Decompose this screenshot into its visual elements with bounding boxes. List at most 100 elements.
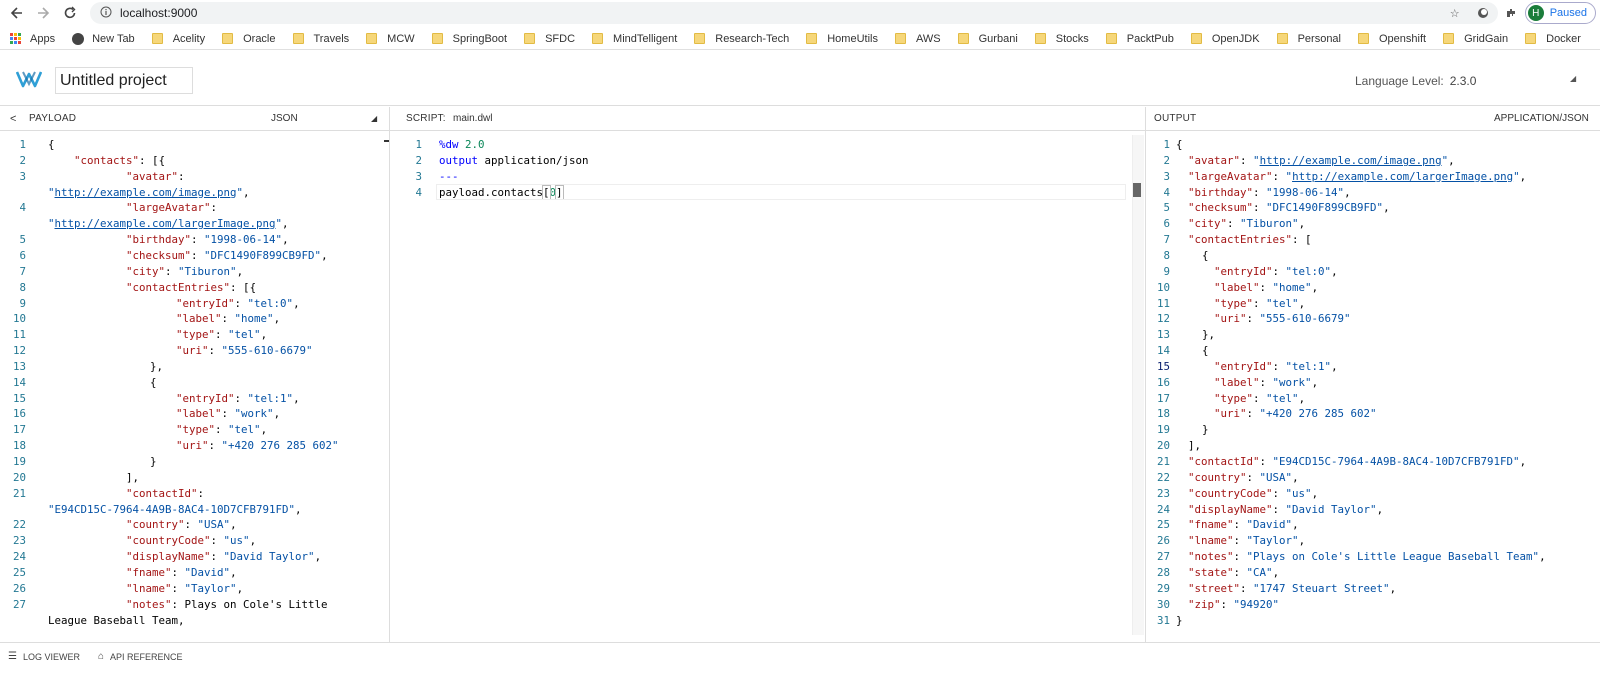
code-line: "avatar": [126, 169, 185, 183]
line-number: 3 [1163, 169, 1170, 183]
collapse-chevron-icon[interactable]: < [10, 113, 16, 125]
line-number: 15 [12, 391, 26, 405]
folder-icon [894, 33, 906, 44]
line-number: 29 [1156, 581, 1170, 595]
code-line: "uri": "+420 276 285 602" [1214, 407, 1377, 421]
script-filename[interactable]: main.dwl [453, 113, 492, 124]
line-number: 20 [12, 470, 26, 484]
folder-icon [1276, 33, 1288, 44]
code-line: %dw 2.0 [439, 138, 485, 151]
line-number: 22 [12, 518, 26, 532]
extensions-puzzle-icon[interactable] [1497, 0, 1525, 26]
payload-format[interactable]: JSON [271, 113, 298, 124]
bookmark-aws[interactable]: AWS [894, 33, 941, 45]
line-number: 10 [1156, 280, 1170, 294]
code-line: "displayName": "David Taylor", [126, 550, 322, 564]
line-number: 21 [1156, 455, 1170, 468]
bookmark-packtpub[interactable]: PacktPub [1105, 32, 1174, 45]
bookmark-acelity[interactable]: Acelity [151, 33, 205, 45]
script-panel: SCRIPT: main.dwl 1 %dw 2.0 2 output applica… [390, 107, 1146, 642]
line-number: 8 [19, 280, 26, 294]
script-title: SCRIPT: [406, 113, 446, 124]
payload-format-caret-icon[interactable]: ◢ [371, 114, 377, 123]
line-number: 4 [415, 185, 422, 199]
line-number: 1 [415, 138, 422, 151]
code-line: "label": "home", [176, 312, 281, 326]
bookmark-homeutils[interactable]: HomeUtils [806, 33, 878, 45]
code-line: League Baseball Team, [48, 613, 185, 627]
code-line: "lname": "Taylor", [1188, 534, 1306, 548]
bookmark-travels[interactable]: Travels [292, 33, 349, 45]
api-reference-button[interactable]: ⌂ API REFERENCE [98, 651, 183, 662]
browser-toolbar: localhost:9000 ☆ H Paused [0, 0, 1600, 26]
folder-icon [431, 33, 443, 44]
bookmark-springboot[interactable]: SpringBoot [431, 33, 507, 45]
code-line: }, [1202, 328, 1216, 342]
bookmark-label: Docker [1546, 32, 1581, 45]
profile-button[interactable]: H Paused [1524, 2, 1596, 24]
bookmark-label: Oracle [243, 32, 276, 45]
log-viewer-button[interactable]: ☰ LOG VIEWER [8, 651, 80, 662]
bookmark-star-icon[interactable]: ☆ [1441, 0, 1469, 26]
bookmark-docker[interactable]: Docker [1525, 33, 1581, 45]
bookmark-openjdk[interactable]: OpenJDK [1190, 33, 1260, 45]
code-line: "uri": "555-610-6679" [176, 344, 313, 358]
bookmark-apps[interactable]: Apps [10, 32, 55, 45]
bookmark-gurbani[interactable]: Gurbani [957, 33, 1018, 45]
bookmark-label: MCW [387, 32, 415, 45]
line-number: 17 [1156, 391, 1170, 405]
project-name-input[interactable] [55, 67, 193, 94]
code-line: "zip": "94920" [1188, 597, 1280, 611]
code-line: "E94CD15C-7964-4A9B-8AC4-10D7CFB791FD", [48, 502, 302, 516]
line-number: 14 [12, 375, 26, 389]
script-scrollbar[interactable] [1132, 135, 1144, 635]
line-number: 16 [1156, 375, 1170, 389]
line-number: 20 [1156, 439, 1170, 453]
extension-circle-icon[interactable] [1469, 0, 1497, 26]
back-icon[interactable] [4, 0, 30, 26]
payload-panel-header: < PAYLOAD JSON ◢ [0, 107, 389, 131]
code-line: "notes": Plays on Cole's Little [126, 597, 328, 611]
language-level-caret-icon[interactable]: ◢ [1570, 74, 1576, 83]
language-level[interactable]: Language Level: 2.3.0 [1355, 74, 1476, 88]
output-format[interactable]: APPLICATION/JSON [1494, 113, 1589, 124]
line-number: 15 [1156, 359, 1170, 373]
bookmarks-bar: Apps New Tab Acelity Oracle Travels MCW Spring… [0, 28, 1600, 50]
bookmark-personal[interactable]: Personal [1276, 33, 1341, 45]
folder-icon [1034, 33, 1046, 44]
code-line: output application/json [439, 153, 589, 167]
bookmark-mcw[interactable]: MCW [366, 33, 415, 45]
line-number: 28 [1156, 565, 1170, 579]
line-number: 12 [12, 344, 26, 358]
bookmark-openshift[interactable]: Openshift [1358, 33, 1426, 45]
line-number: 25 [1156, 518, 1170, 532]
bookmark-label: PacktPub [1126, 32, 1174, 45]
apps-grid-icon [10, 32, 22, 45]
code-line: "http://example.com/largerImage.png", [48, 217, 289, 231]
bookmark-new-tab[interactable]: New Tab [72, 32, 135, 45]
payload-panel: < PAYLOAD JSON ◢ 1 {2 "contacts": [{3 "avat… [0, 107, 390, 642]
line-number: 19 [12, 455, 26, 468]
bookmark-stocks[interactable]: Stocks [1034, 33, 1089, 45]
book-icon: ⌂ [98, 651, 105, 662]
info-icon[interactable] [100, 6, 112, 21]
bookmark-oracle[interactable]: Oracle [222, 32, 276, 45]
bookmark-mindtelligent[interactable]: MindTelligent [592, 33, 677, 45]
current-line-highlight [436, 184, 1126, 200]
line-number: 25 [12, 565, 26, 579]
line-number: 1 [19, 138, 26, 151]
line-number: 18 [1156, 407, 1170, 421]
bookmark-sfdc[interactable]: SFDC [524, 33, 575, 45]
code-line: "type": "tel", [176, 328, 268, 342]
code-line: "countryCode": "us", [126, 534, 257, 548]
code-line: { [48, 138, 55, 151]
code-line: "birthday": "1998-06-14", [126, 233, 289, 247]
code-line: "contacts": [{ [74, 153, 166, 167]
reload-icon[interactable] [57, 0, 83, 26]
address-bar[interactable]: localhost:9000 [90, 2, 1498, 24]
code-line: "displayName": "David Taylor", [1188, 502, 1384, 516]
bookmark-gridgain[interactable]: GridGain [1443, 33, 1508, 45]
forward-icon[interactable] [30, 0, 56, 26]
bookmark-research-tech[interactable]: Research-Tech [694, 33, 789, 45]
output-panel-header: OUTPUT APPLICATION/JSON [1146, 107, 1600, 131]
